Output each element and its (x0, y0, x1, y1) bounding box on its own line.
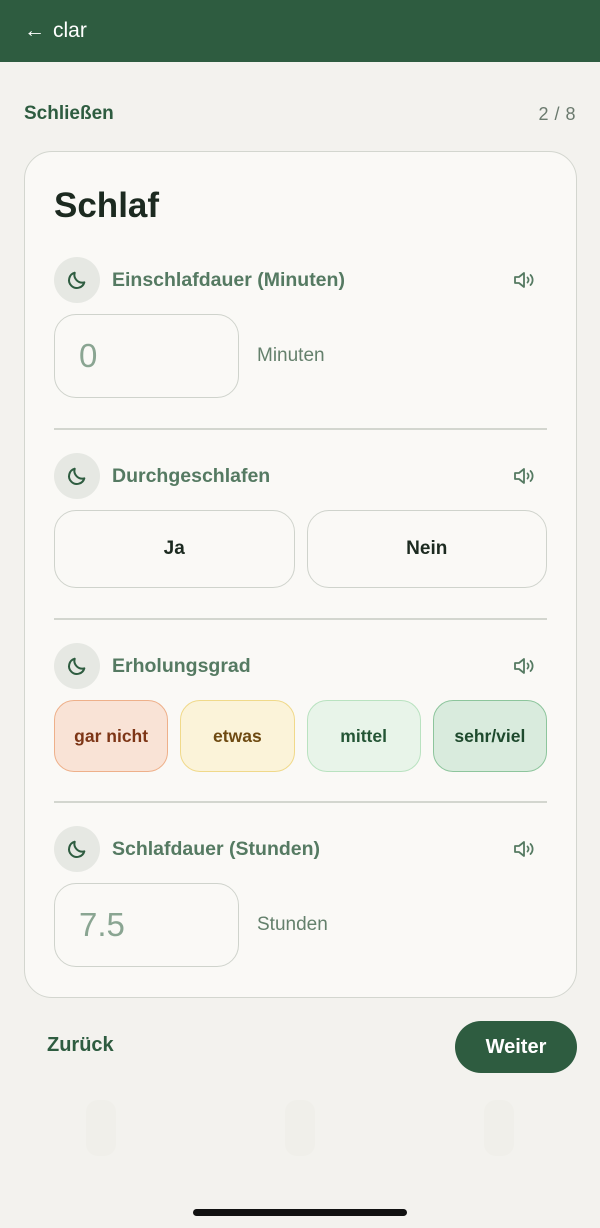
step-header: Schließen 2 / 8 (0, 100, 600, 128)
sleep-card: Schlaf Einschlafdauer (Minuten) 0 Minute… (24, 151, 577, 998)
arrow-left-icon[interactable]: ← (24, 19, 45, 43)
speaker-icon[interactable] (511, 464, 537, 488)
section-slept-through: Durchgeschlafen Ja Nein (54, 452, 547, 588)
sleep-latency-label: Einschlafdauer (Minuten) (112, 268, 345, 291)
speaker-icon[interactable] (511, 654, 537, 678)
next-button[interactable]: Weiter (455, 1021, 577, 1073)
speaker-icon[interactable] (511, 268, 537, 292)
sleep-latency-input[interactable]: 0 (54, 314, 239, 398)
recovery-option-high[interactable]: sehr/viel (432, 700, 547, 772)
home-indicator (193, 1209, 407, 1216)
slept-through-label: Durchgeschlafen (112, 464, 271, 487)
recovery-label: Erholungsgrad (112, 654, 251, 677)
divider (54, 618, 547, 620)
section-sleep-duration: Schlafdauer (Stunden) 7.5 Stunden (54, 825, 547, 967)
divider (54, 428, 547, 430)
app-bar: ← clar (0, 0, 600, 62)
back-button[interactable]: Zurück (47, 1034, 114, 1057)
app-title[interactable]: clar (53, 19, 87, 43)
moon-icon (54, 453, 100, 499)
speaker-icon[interactable] (511, 837, 537, 861)
background-shape (285, 1100, 315, 1156)
recovery-option-medium[interactable]: mittel (306, 700, 421, 772)
moon-icon (54, 643, 100, 689)
moon-icon (54, 257, 100, 303)
background-shape (484, 1100, 514, 1156)
close-button[interactable]: Schließen (24, 103, 114, 125)
section-recovery: Erholungsgrad gar nicht etwas mittel seh… (54, 642, 547, 772)
section-sleep-latency: Einschlafdauer (Minuten) 0 Minuten (54, 256, 547, 398)
recovery-option-some[interactable]: etwas (180, 700, 295, 772)
background-shape (86, 1100, 116, 1156)
sleep-duration-label: Schlafdauer (Stunden) (112, 837, 321, 860)
sleep-duration-unit: Stunden (257, 914, 328, 935)
card-title: Schlaf (54, 186, 160, 225)
divider (54, 801, 547, 803)
recovery-option-none[interactable]: gar nicht (54, 700, 169, 772)
step-progress: 2 / 8 (538, 103, 576, 124)
yes-button[interactable]: Ja (54, 510, 295, 588)
moon-icon (54, 826, 100, 872)
no-button[interactable]: Nein (306, 510, 547, 588)
sleep-latency-unit: Minuten (257, 345, 325, 366)
sleep-duration-input[interactable]: 7.5 (54, 883, 239, 967)
